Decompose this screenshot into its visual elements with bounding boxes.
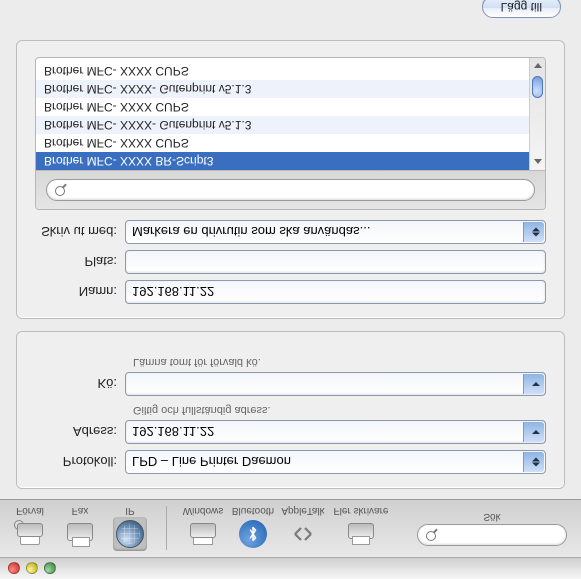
toolbar-label: AppleTalk — [281, 506, 324, 517]
driver-list-row[interactable]: Brother MFC- XXXX- Gutenprint v5.1.3 — [36, 80, 545, 98]
driver-list-row[interactable]: Brother MFC- XXXX CUPS — [36, 62, 545, 80]
namn-input[interactable] — [125, 280, 546, 304]
driver-search-input[interactable] — [71, 183, 526, 197]
search-icon — [426, 529, 437, 541]
content: Protokoll: LPD – Line Printer Daemon Adr… — [0, 26, 581, 499]
toolbar-group-left: Förval Fax IP — [8, 506, 152, 552]
adress-input[interactable] — [125, 420, 546, 444]
toolbar-divider — [166, 507, 167, 551]
toolbar-group-mid: Windows Bluetooth AppleTalk Fler skrivar… — [181, 506, 391, 552]
adress-hint: Giltig och fullständig adress. — [133, 404, 546, 416]
skrivut-label: Skriv ut med: — [35, 225, 125, 240]
titlebar — [0, 557, 581, 579]
toolbar-item-ip[interactable]: IP — [108, 506, 152, 552]
printer-default-icon — [17, 524, 43, 546]
toolbar-item-fax[interactable]: Fax — [58, 506, 102, 552]
toolbar-label: Förval — [16, 506, 44, 517]
driver-search-field[interactable] — [46, 179, 535, 201]
scroll-thumb[interactable] — [532, 76, 543, 98]
connection-pane: Protokoll: LPD – Line Printer Daemon Adr… — [16, 331, 565, 489]
ko-input[interactable] — [125, 372, 546, 396]
toolbar-item-appletalk[interactable]: AppleTalk — [281, 506, 325, 552]
driver-list-row[interactable]: Brother MFC- XXXX CUPS — [36, 134, 545, 152]
gear-badge-icon — [14, 521, 24, 531]
plats-input[interactable] — [125, 250, 546, 274]
fax-icon — [67, 524, 93, 546]
driver-scrollbar[interactable] — [529, 58, 545, 170]
toolbar-label: Fax — [72, 506, 89, 517]
printer-more-icon — [348, 524, 374, 546]
scroll-up-button[interactable] — [530, 154, 545, 170]
toolbar-search-label: Sök — [483, 511, 500, 522]
toolbar-item-forval[interactable]: Förval — [8, 506, 52, 552]
toolbar-label: Windows — [183, 506, 224, 517]
toolbar-label: IP — [125, 506, 134, 517]
zoom-window-button[interactable] — [44, 563, 56, 575]
close-window-button[interactable] — [8, 563, 20, 575]
skrivut-select[interactable]: Markera en drivrutin som ska användas... — [125, 220, 546, 244]
dropdown-arrow-icon[interactable] — [532, 430, 540, 434]
scroll-down-button[interactable] — [530, 58, 545, 74]
add-button[interactable]: Lägg till — [482, 0, 561, 18]
add-printer-window: Förval Fax IP Windows Bluetooth — [0, 0, 581, 579]
toolbar-search-field[interactable] — [417, 524, 567, 546]
updown-arrows-icon — [532, 458, 540, 467]
toolbar-search: Sök — [417, 511, 573, 546]
globe-icon — [116, 521, 144, 549]
scroll-track[interactable] — [530, 74, 545, 154]
details-pane: Namn: Plats: Skriv ut med: Markera en dr… — [16, 40, 565, 319]
appletalk-icon — [290, 522, 316, 548]
footer: Lägg till — [0, 0, 581, 26]
updown-arrows-icon — [532, 228, 540, 237]
adress-label: Adress: — [35, 425, 125, 440]
windows-printer-icon — [190, 524, 216, 546]
driver-list-row[interactable]: Brother MFC- XXXX CUPS — [36, 98, 545, 116]
toolbar-item-windows[interactable]: Windows — [181, 506, 225, 552]
toolbar-item-bluetooth[interactable]: Bluetooth — [231, 506, 275, 552]
ko-hint: Lämna tomt för förvald kö. — [133, 356, 546, 368]
ko-label: Kö: — [35, 377, 125, 392]
minimize-window-button[interactable] — [26, 563, 38, 575]
driver-picker: Brother MFC- XXXX BR-Script3Brother MFC-… — [35, 57, 546, 210]
search-icon — [55, 184, 67, 196]
toolbar-item-more-printers[interactable]: Fler skrivare — [331, 506, 391, 552]
toolbar: Förval Fax IP Windows Bluetooth — [0, 499, 581, 557]
driver-list-row[interactable]: Brother MFC- XXXX- Gutenprint v5.1.3 — [36, 116, 545, 134]
bluetooth-icon — [239, 521, 267, 549]
driver-list-row[interactable]: Brother MFC- XXXX BR-Script3 — [36, 152, 545, 170]
protokoll-select[interactable]: LPD – Line Printer Daemon — [125, 450, 546, 474]
driver-list[interactable]: Brother MFC- XXXX BR-Script3Brother MFC-… — [36, 58, 545, 170]
toolbar-label: Bluetooth — [232, 506, 274, 517]
plats-label: Plats: — [35, 255, 125, 270]
dropdown-arrow-icon[interactable] — [532, 382, 540, 386]
toolbar-label: Fler skrivare — [333, 506, 388, 517]
toolbar-search-input[interactable] — [441, 528, 558, 542]
protokoll-label: Protokoll: — [35, 455, 125, 470]
namn-label: Namn: — [35, 285, 125, 300]
